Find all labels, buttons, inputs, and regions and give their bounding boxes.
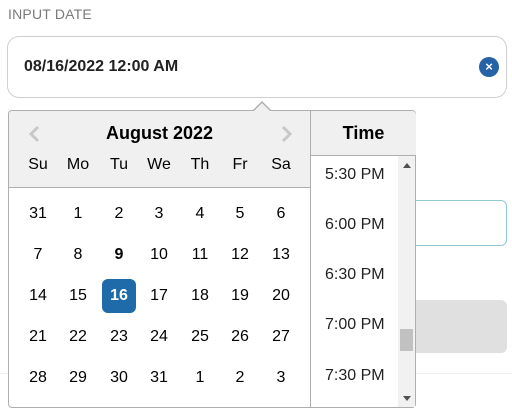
weekday-label: We <box>147 156 171 173</box>
day-cell[interactable]: 5 <box>223 197 257 231</box>
calendar: August 2022 Su Mo Tu We Th Fr Sa 31 1 2 … <box>9 111 310 407</box>
scroll-thumb[interactable] <box>400 329 413 351</box>
day-cell[interactable]: 21 <box>21 320 55 354</box>
weekday-label: Fr <box>232 156 248 173</box>
background-button[interactable] <box>400 300 507 353</box>
weekday-label: Th <box>190 156 210 173</box>
weekday-label: Mo <box>66 156 90 173</box>
day-cell-selected[interactable]: 16 <box>102 279 136 313</box>
time-option[interactable]: 6:30 PM <box>325 266 385 284</box>
day-cell[interactable]: 2 <box>223 361 257 395</box>
day-cell[interactable]: 25 <box>183 320 217 354</box>
time-option[interactable]: 6:00 PM <box>325 216 385 234</box>
day-cell[interactable]: 14 <box>21 279 55 313</box>
day-cell[interactable]: 24 <box>142 320 176 354</box>
weekday-label: Su <box>28 156 48 173</box>
chevron-right-icon[interactable] <box>276 124 296 144</box>
day-cell[interactable]: 3 <box>264 361 298 395</box>
day-cell[interactable]: 27 <box>264 320 298 354</box>
day-cell[interactable]: 3 <box>142 197 176 231</box>
datepicker-popup: August 2022 Su Mo Tu We Th Fr Sa 31 1 2 … <box>8 101 416 408</box>
time-list: Time 5:30 PM 6:00 PM 6:30 PM 7:00 PM 7:3… <box>310 111 416 407</box>
day-cell[interactable]: 13 <box>264 238 298 272</box>
day-cell[interactable]: 8 <box>61 238 95 272</box>
day-cell[interactable]: 2 <box>102 197 136 231</box>
time-option[interactable]: 7:30 PM <box>325 367 385 385</box>
time-title: Time <box>342 123 385 143</box>
weekday-label: Tu <box>109 156 129 173</box>
month-title: August 2022 <box>105 123 214 143</box>
scroll-down-icon[interactable] <box>403 396 411 401</box>
day-cell[interactable]: 23 <box>102 320 136 354</box>
calendar-header: August 2022 Su Mo Tu We Th Fr Sa <box>9 111 310 188</box>
day-cell[interactable]: 29 <box>61 361 95 395</box>
day-cell[interactable]: 4 <box>183 197 217 231</box>
day-cell-today[interactable]: 9 <box>102 238 136 272</box>
time-header: Time <box>311 111 416 156</box>
day-cell[interactable]: 1 <box>61 197 95 231</box>
day-cell[interactable]: 19 <box>223 279 257 313</box>
day-cell[interactable]: 26 <box>223 320 257 354</box>
date-input[interactable]: 08/16/2022 12:00 AM × <box>7 36 507 98</box>
date-input-value[interactable]: 08/16/2022 12:00 AM <box>24 58 178 76</box>
day-cell[interactable]: 11 <box>183 238 217 272</box>
day-cell[interactable]: 1 <box>183 361 217 395</box>
time-scrollbar[interactable] <box>398 156 415 407</box>
day-cell[interactable]: 28 <box>21 361 55 395</box>
day-cell[interactable]: 31 <box>142 361 176 395</box>
field-label: INPUT DATE <box>8 6 92 22</box>
day-cell[interactable]: 30 <box>102 361 136 395</box>
day-cell[interactable]: 22 <box>61 320 95 354</box>
day-cell[interactable]: 10 <box>142 238 176 272</box>
day-cell[interactable]: 12 <box>223 238 257 272</box>
scroll-up-icon[interactable] <box>403 163 411 168</box>
background-input[interactable] <box>400 200 507 246</box>
day-cell[interactable]: 31 <box>21 197 55 231</box>
day-cell[interactable]: 15 <box>61 279 95 313</box>
day-cell[interactable]: 7 <box>21 238 55 272</box>
time-option[interactable]: 5:30 PM <box>325 166 385 184</box>
time-option[interactable]: 7:00 PM <box>325 316 385 334</box>
day-cell[interactable]: 6 <box>264 197 298 231</box>
day-cell[interactable]: 18 <box>183 279 217 313</box>
weekday-label: Sa <box>271 156 291 173</box>
day-cell[interactable]: 20 <box>264 279 298 313</box>
clear-icon[interactable]: × <box>479 57 499 77</box>
day-cell[interactable]: 17 <box>142 279 176 313</box>
